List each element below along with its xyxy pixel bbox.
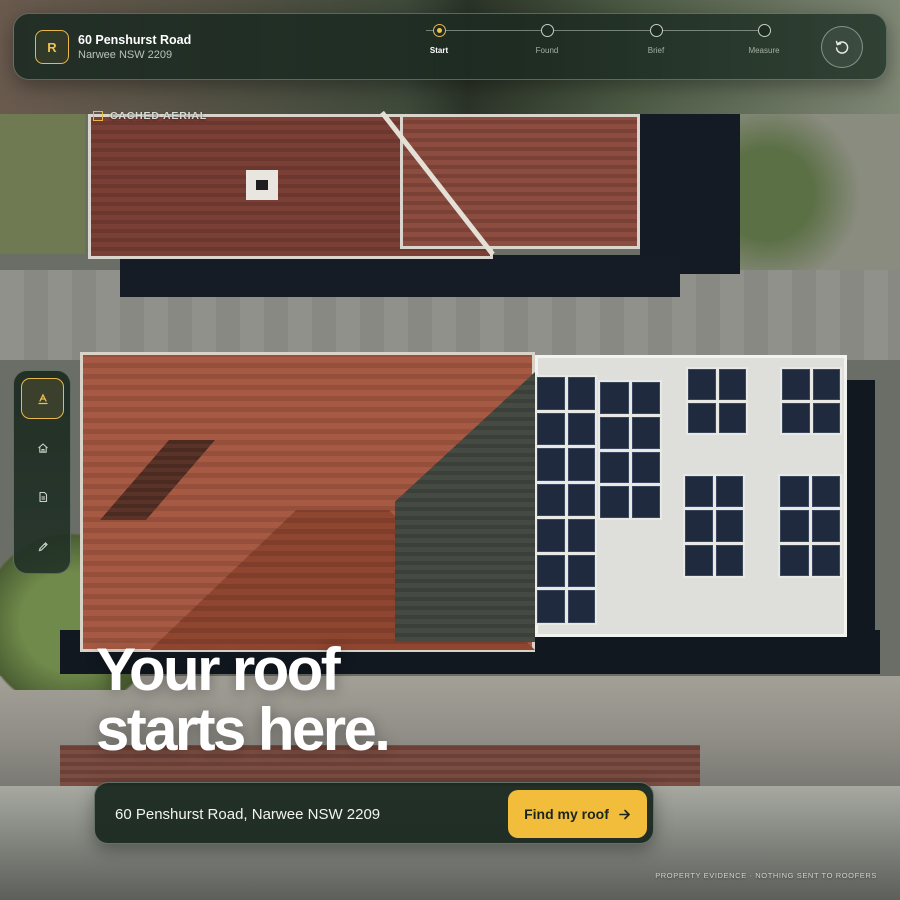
reset-icon (835, 40, 849, 54)
solar-panels (535, 375, 597, 625)
pencil-icon (38, 541, 48, 551)
step-dot (757, 24, 771, 37)
top-bar: R 60 Penshurst Road Narwee NSW 2209 Star… (13, 13, 887, 80)
step-dot (432, 24, 446, 37)
find-my-roof-button[interactable]: Find my roof (508, 790, 647, 838)
tool-pencil[interactable] (21, 526, 64, 567)
tool-draw-area[interactable] (21, 378, 64, 419)
cached-aerial-text: CACHED AERIAL (110, 110, 207, 122)
step-brief[interactable]: Brief (626, 24, 686, 55)
solar-panels (683, 474, 745, 578)
footer-note: PROPERTY EVIDENCE · NOTHING SENT TO ROOF… (655, 871, 877, 880)
step-label: Brief (647, 46, 665, 55)
progress-stepper: Start Found Brief Measure (414, 22, 780, 70)
hero-line-1: Your roof (96, 636, 341, 703)
lawn (0, 114, 85, 254)
step-start[interactable]: Start (409, 24, 469, 55)
house-icon (37, 442, 48, 453)
roof-vent (246, 170, 278, 200)
hero-line-2: starts here. (96, 696, 391, 763)
address-title: 60 Penshurst Road (78, 33, 192, 47)
tool-rail (13, 370, 71, 574)
arrow-right-icon (619, 809, 630, 819)
step-dot (540, 24, 554, 37)
step-label: Found (535, 46, 559, 55)
brand-badge: R (35, 30, 69, 64)
solar-panels (598, 380, 662, 520)
shadow (640, 114, 740, 274)
cached-aerial-label: CACHED AERIAL (93, 110, 207, 122)
shadow (845, 380, 875, 660)
address-subtitle: Narwee NSW 2209 (78, 49, 173, 61)
shadow (120, 255, 680, 297)
address-search-bar: Find my roof (94, 782, 654, 844)
solar-panels (778, 474, 842, 578)
step-label: Measure (748, 46, 780, 55)
find-my-roof-label: Find my roof (524, 806, 609, 822)
stepper-line (426, 30, 762, 31)
hero-heading: Your roof starts here. (96, 636, 391, 763)
step-found[interactable]: Found (517, 24, 577, 55)
tool-house[interactable] (21, 427, 64, 468)
document-icon (38, 491, 47, 502)
step-dot (649, 24, 663, 37)
aerial-map[interactable] (0, 0, 900, 900)
step-label: Start (429, 46, 449, 55)
address-input[interactable] (115, 802, 495, 826)
solar-panels (686, 367, 748, 435)
step-measure[interactable]: Measure (734, 24, 794, 55)
square-icon (93, 111, 103, 121)
solar-panels (780, 367, 842, 435)
tool-document[interactable] (21, 476, 64, 517)
reset-button[interactable] (821, 26, 863, 68)
draw-area-icon (37, 393, 48, 404)
